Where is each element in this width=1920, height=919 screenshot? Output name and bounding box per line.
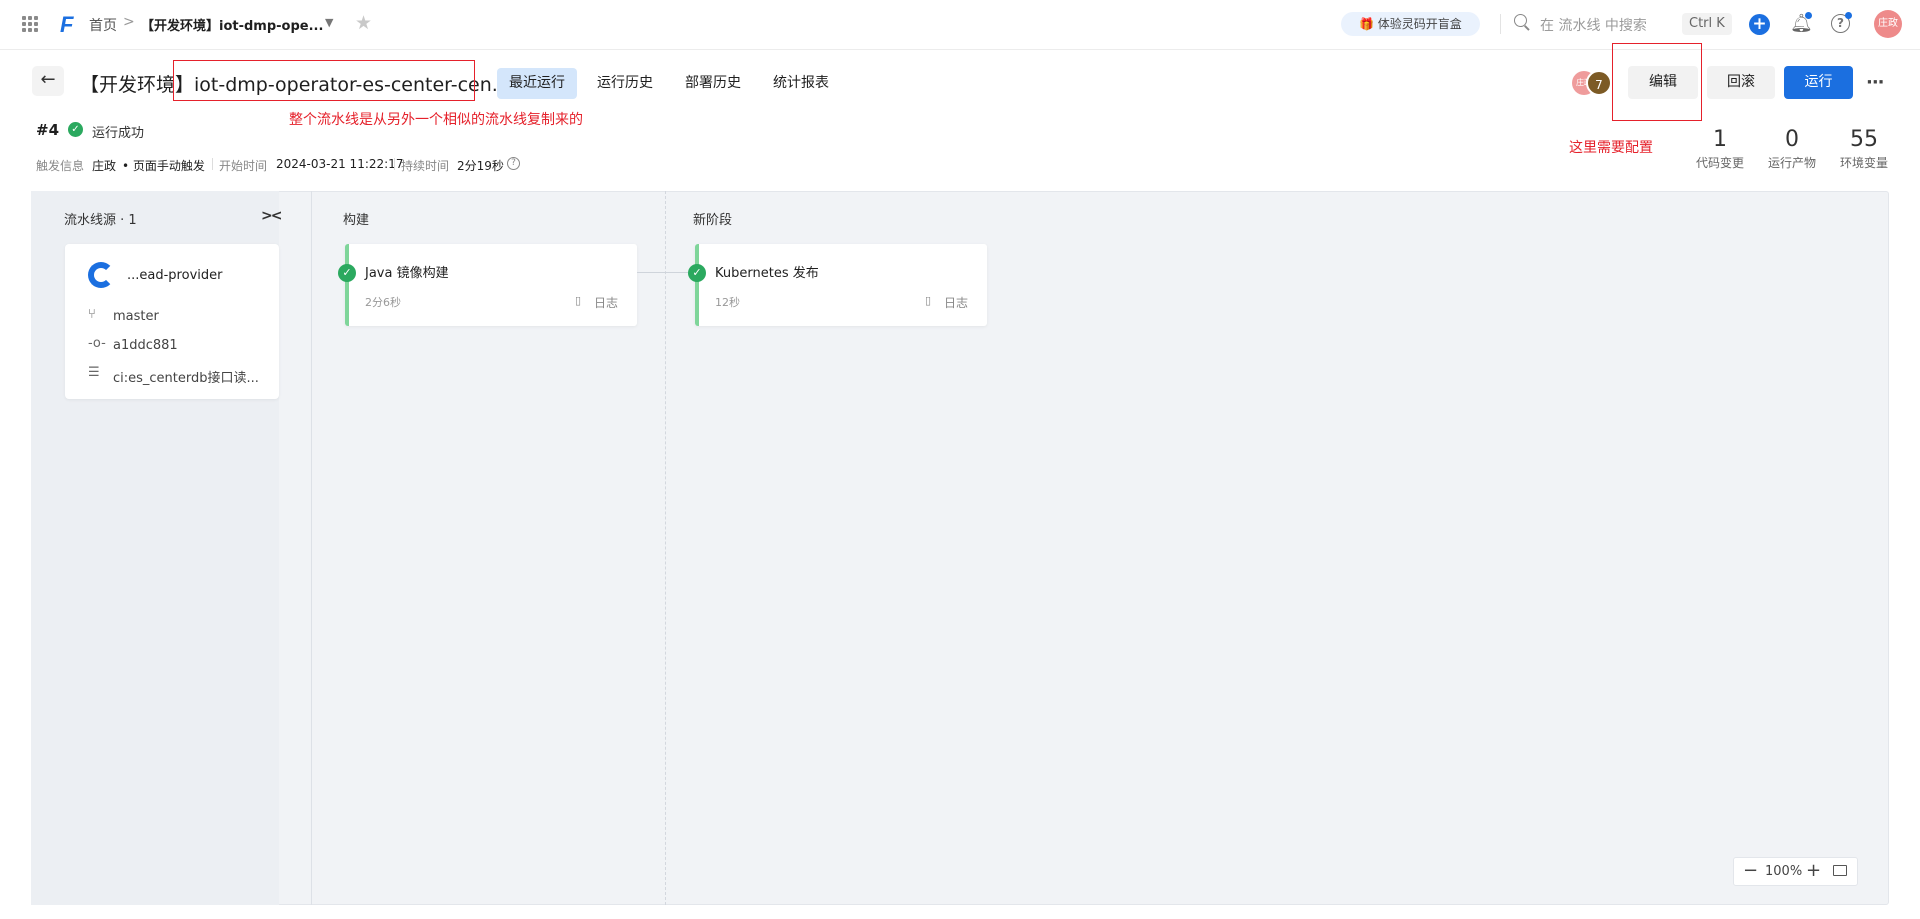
job-card-java-build[interactable]: [345, 244, 637, 326]
zoom-level: 100%: [1765, 864, 1803, 879]
source-branch: master: [113, 309, 159, 324]
tab-statistics[interactable]: 统计报表: [761, 68, 841, 99]
notification-dot: [1805, 12, 1812, 19]
commit-icon: -o-: [88, 336, 106, 351]
duration-label: 持续时间: [401, 159, 450, 173]
zoom-in-icon[interactable]: +: [1806, 860, 1821, 881]
search-icon[interactable]: [1514, 14, 1527, 27]
source-commit: a1ddc881: [113, 338, 178, 353]
back-button[interactable]: ←: [32, 66, 64, 96]
tab-run-history[interactable]: 运行历史: [585, 68, 665, 99]
codeup-logo-icon: [88, 262, 114, 288]
log-icon[interactable]: ▯: [575, 294, 581, 307]
stage-title-new: 新阶段: [693, 213, 733, 228]
zoom-out-icon[interactable]: −: [1743, 860, 1758, 881]
annotation-config-needed: 这里需要配置: [1569, 140, 1653, 156]
success-check-icon: ✓: [688, 264, 706, 282]
log-link[interactable]: 日志: [944, 294, 968, 311]
job-name: Java 镜像构建: [365, 266, 449, 281]
run-number: #4: [36, 121, 60, 139]
divider: [394, 158, 395, 170]
stat-artifacts-value[interactable]: 0: [1752, 127, 1832, 152]
divider: [212, 158, 213, 170]
star-icon[interactable]: ★: [355, 12, 372, 34]
tab-deploy-history[interactable]: 部署历史: [673, 68, 753, 99]
search-shortcut-hint: Ctrl K: [1682, 13, 1732, 35]
source-column-title: 流水线源 · 1: [64, 213, 137, 228]
collaborator-count-badge[interactable]: 7: [1586, 70, 1612, 96]
divider: [311, 191, 312, 905]
fit-screen-icon[interactable]: [1833, 865, 1847, 876]
stage-title-build: 构建: [343, 213, 370, 228]
duration: 2分19秒: [457, 159, 504, 173]
rollback-button[interactable]: 回滚: [1707, 66, 1775, 99]
stat-code-changes-label: 代码变更: [1695, 156, 1744, 170]
divider: [665, 191, 666, 905]
stat-env-vars-value[interactable]: 55: [1824, 127, 1904, 152]
job-duration: 2分6秒: [365, 296, 401, 309]
app-grid-icon[interactable]: [22, 16, 38, 32]
source-commit-message: ci:es_centerdb接口读...: [113, 371, 259, 386]
collapse-icon[interactable]: ><: [261, 208, 283, 224]
breadcrumb-separator: >: [123, 14, 135, 30]
log-link[interactable]: 日志: [594, 294, 618, 311]
trigger-user: 庄政: [92, 159, 117, 173]
branch-icon: ⑂: [88, 307, 96, 322]
success-check-icon: ✓: [338, 264, 356, 282]
product-logo[interactable]: F: [60, 12, 73, 38]
job-name: Kubernetes 发布: [715, 266, 819, 281]
job-card-kubernetes-deploy[interactable]: [695, 244, 987, 326]
breadcrumb-current-pipeline[interactable]: 【开发环境】iot-dmp-ope...: [141, 15, 323, 34]
breadcrumb-home[interactable]: 首页: [89, 15, 117, 35]
search-input[interactable]: 在 流水线 中搜索: [1540, 15, 1647, 35]
trigger-label: 触发信息: [36, 159, 85, 173]
annotation-copied-pipeline: 整个流水线是从另外一个相似的流水线复制来的: [289, 112, 583, 128]
question-icon[interactable]: ?: [507, 157, 520, 170]
log-icon[interactable]: ▯: [925, 294, 931, 307]
start-time-label: 开始时间: [219, 159, 268, 173]
tab-recent-runs[interactable]: 最近运行: [497, 68, 577, 99]
stat-artifacts-label: 运行产物: [1767, 156, 1816, 170]
success-check-icon: ✓: [68, 122, 83, 137]
help-dot: [1845, 12, 1852, 19]
chevron-down-icon[interactable]: ▼: [325, 16, 333, 29]
more-icon[interactable]: ···: [1866, 72, 1884, 93]
stat-env-vars-label: 环境变量: [1839, 156, 1888, 170]
divider: [1500, 14, 1501, 34]
stat-code-changes-value[interactable]: 1: [1680, 127, 1760, 152]
annotation-box-title: [173, 60, 475, 101]
source-repo-name: ...ead-provider: [127, 268, 223, 283]
start-time: 2024-03-21 11:22:17: [276, 157, 404, 171]
job-duration: 12秒: [715, 296, 740, 309]
annotation-box-edit: [1612, 43, 1702, 121]
promo-badge[interactable]: 🎁 体验灵码开盲盒: [1341, 12, 1480, 36]
trigger-mode: • 页面手动触发: [122, 159, 205, 173]
avatar[interactable]: 庄政: [1874, 10, 1902, 38]
create-icon[interactable]: +: [1749, 14, 1770, 35]
run-status: 运行成功: [92, 126, 145, 141]
document-icon: ☰: [88, 365, 100, 380]
run-button[interactable]: 运行: [1784, 66, 1853, 99]
